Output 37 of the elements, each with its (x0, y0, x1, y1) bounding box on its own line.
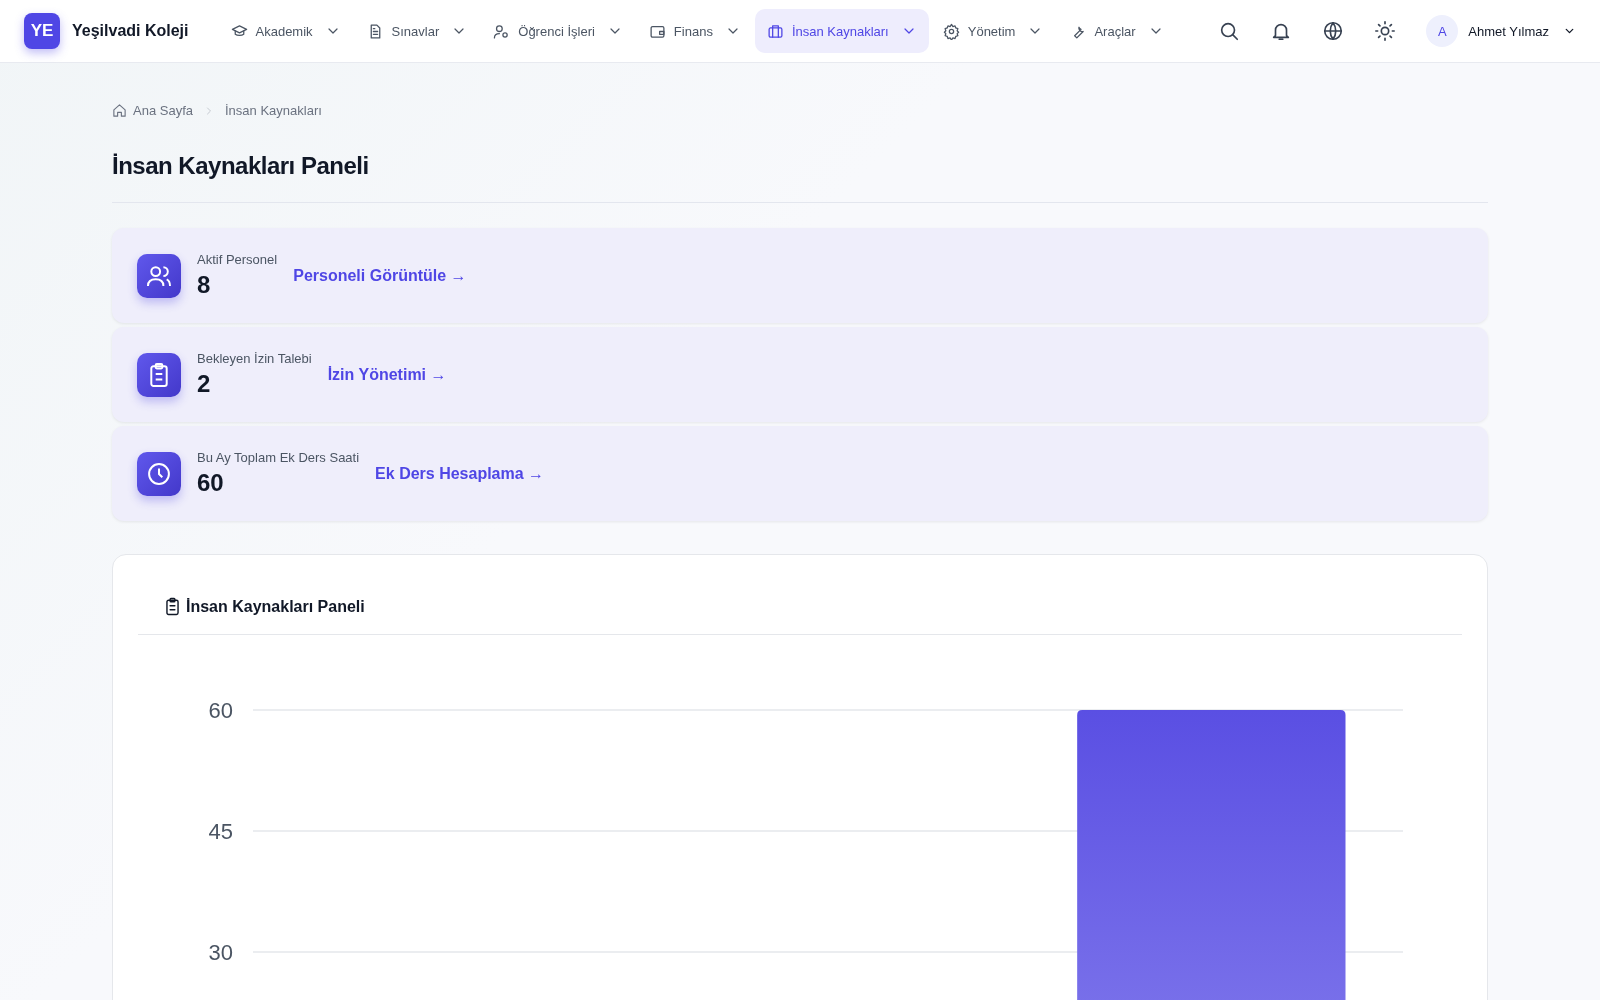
y-axis-label: 30 (208, 940, 233, 965)
stat-label: Bekleyen İzin Talebi (197, 351, 312, 366)
clipboard-icon (137, 352, 181, 397)
user-menu[interactable]: A Ahmet Yılmaz (1426, 15, 1576, 47)
home-icon (112, 103, 127, 118)
gear-icon (942, 22, 960, 40)
nav-menu-item[interactable]: Sınavlar (354, 9, 480, 53)
nav-menu-item[interactable]: Öğrenci İşleri (481, 9, 635, 53)
y-axis-label: 60 (208, 698, 233, 723)
search-icon[interactable] (1218, 20, 1241, 42)
nav-menu-item[interactable]: Yönetim (930, 9, 1056, 53)
page-title: İnsan Kaynakları Paneli (112, 152, 370, 180)
breadcrumb-link[interactable]: İnsan Kaynakları (225, 103, 322, 118)
stat-value: 2 (197, 370, 212, 398)
stat-link[interactable]: Ek Ders Hesaplama → (375, 464, 545, 483)
user-avatar: A (1426, 15, 1459, 47)
stat-value: 8 (197, 271, 212, 299)
clipboard-icon (163, 597, 182, 616)
briefcase-icon (766, 22, 784, 40)
nav-menu-item[interactable]: Akademik (218, 9, 353, 53)
breadcrumb-link[interactable]: Ana Sayfa (133, 103, 193, 118)
chart-title: İnsan Kaynakları Paneli (186, 597, 365, 616)
stat-label: Bu Ay Toplam Ek Ders Saati (197, 450, 360, 465)
clock-icon (137, 451, 181, 496)
stat-value: 60 (197, 469, 225, 497)
stat-label: Aktif Personel (197, 252, 278, 267)
nav-menu-item[interactable]: İnsan Kaynakları (754, 9, 929, 53)
school-logo[interactable]: YE (24, 13, 60, 49)
stat-link[interactable]: İzin Yönetimi → (327, 365, 447, 384)
nav-menu-item[interactable]: Araçlar (1057, 9, 1176, 53)
nav-menu-item[interactable]: Finans (636, 9, 753, 53)
globe-icon[interactable] (1322, 20, 1345, 42)
stat-link[interactable]: Personeli Görüntüle → (293, 266, 467, 285)
users-icon (137, 253, 181, 298)
school-name: Yeşilvadi Koleji (72, 22, 189, 40)
sun-icon[interactable] (1374, 20, 1397, 42)
y-axis-label: 45 (208, 819, 233, 844)
